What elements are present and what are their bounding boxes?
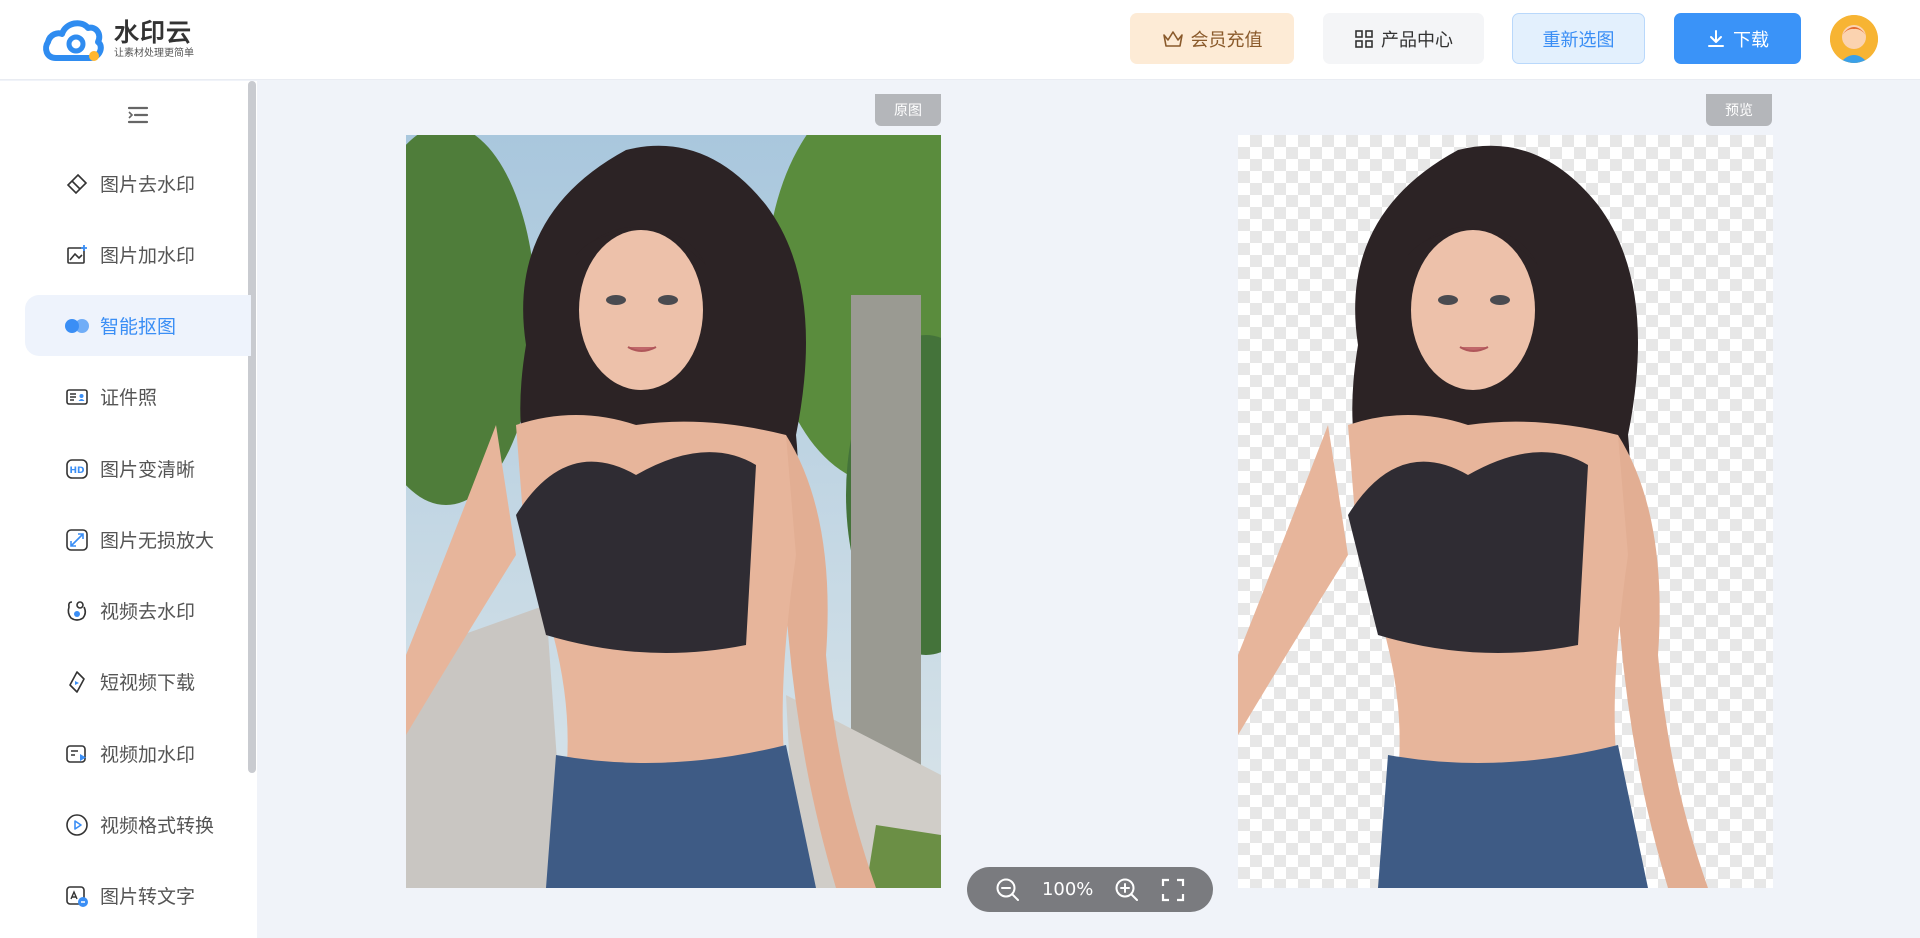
sidebar-item-label: 短视频下载 bbox=[100, 672, 196, 694]
enlarge-icon bbox=[64, 527, 90, 553]
grid-icon bbox=[1355, 29, 1373, 48]
reselect-image-button[interactable]: 重新选图 bbox=[1512, 13, 1645, 64]
sidebar-item-video-watermark-add[interactable]: 视频加水印 bbox=[25, 723, 251, 784]
product-center-label: 产品中心 bbox=[1381, 29, 1453, 51]
product-center-button[interactable]: 产品中心 bbox=[1323, 13, 1484, 64]
sidebar-item-label: 图片变清晰 bbox=[100, 459, 196, 481]
sidebar-item-image-watermark-remove[interactable]: 图片去水印 bbox=[25, 153, 251, 214]
eraser-icon bbox=[64, 171, 90, 197]
cutout-preview-image bbox=[1238, 135, 1773, 888]
video-eraser-icon bbox=[64, 598, 90, 624]
play-circle-icon bbox=[64, 812, 90, 838]
avatar-face-icon bbox=[1830, 15, 1878, 63]
original-photo bbox=[406, 135, 941, 888]
brand-logo[interactable]: 水印云 让素材处理更简单 bbox=[42, 14, 194, 64]
svg-text:HD: HD bbox=[69, 466, 84, 476]
reselect-image-label: 重新选图 bbox=[1542, 29, 1615, 51]
download-icon bbox=[1708, 29, 1724, 47]
sidebar-item-label: 证件照 bbox=[100, 387, 158, 409]
collapse-menu-icon[interactable] bbox=[126, 103, 150, 127]
brand-name: 水印云 bbox=[114, 17, 193, 47]
preview-image-tag: 预览 bbox=[1706, 94, 1772, 126]
sidebar-item-image-to-text[interactable]: 图片转文字 bbox=[25, 865, 251, 926]
cutout-photo bbox=[1238, 145, 1708, 888]
sidebar-item-label: 图片无损放大 bbox=[100, 530, 215, 552]
cutout-icon bbox=[64, 313, 90, 339]
hd-icon: HD bbox=[64, 456, 90, 482]
sidebar-item-video-watermark-remove[interactable]: 视频去水印 bbox=[25, 580, 251, 641]
fullscreen-icon[interactable] bbox=[1161, 878, 1185, 902]
crown-icon bbox=[1162, 30, 1183, 47]
vip-recharge-label: 会员充值 bbox=[1190, 29, 1263, 51]
sidebar-item-label: 智能抠图 bbox=[100, 316, 177, 338]
zoom-out-icon[interactable] bbox=[995, 877, 1021, 903]
sidebar-item-label: 图片去水印 bbox=[100, 174, 196, 196]
sidebar-item-id-photo[interactable]: 证件照 bbox=[25, 366, 251, 427]
sidebar-item-image-clarify[interactable]: HD 图片变清晰 bbox=[25, 438, 251, 499]
download-label: 下载 bbox=[1733, 29, 1769, 51]
original-image bbox=[406, 135, 941, 888]
sidebar-item-video-format-convert[interactable]: 视频格式转换 bbox=[25, 794, 251, 855]
cloud-logo-icon bbox=[43, 20, 104, 61]
zoom-level: 100% bbox=[1041, 879, 1094, 900]
zoom-in-icon[interactable] bbox=[1114, 877, 1140, 903]
zoom-toolbar: 100% bbox=[967, 867, 1213, 912]
sidebar-item-label: 视频格式转换 bbox=[100, 815, 215, 837]
sidebar-item-smart-cutout[interactable]: 智能抠图 bbox=[25, 295, 251, 356]
user-avatar[interactable] bbox=[1830, 15, 1878, 63]
sidebar-item-image-enlarge[interactable]: 图片无损放大 bbox=[25, 509, 251, 570]
vip-recharge-button[interactable]: 会员充值 bbox=[1130, 13, 1294, 64]
sidebar-item-label: 视频去水印 bbox=[100, 601, 196, 623]
id-card-icon bbox=[64, 384, 90, 410]
download-button[interactable]: 下载 bbox=[1674, 13, 1801, 64]
image-to-text-icon bbox=[64, 883, 90, 909]
original-image-tag: 原图 bbox=[875, 94, 941, 126]
top-header: 水印云 让素材处理更简单 会员充值 产品中心 重新选图 下载 bbox=[0, 0, 1920, 80]
sidebar-item-image-watermark-add[interactable]: 图片加水印 bbox=[25, 224, 251, 285]
image-add-icon bbox=[64, 242, 90, 268]
sidebar-item-label: 图片转文字 bbox=[100, 886, 196, 908]
short-video-download-icon bbox=[64, 669, 90, 695]
video-add-icon bbox=[64, 741, 90, 767]
sidebar-item-label: 图片加水印 bbox=[100, 245, 196, 267]
sidebar-item-label: 视频加水印 bbox=[100, 744, 196, 766]
sidebar-item-short-video-download[interactable]: 短视频下载 bbox=[25, 651, 251, 712]
brand-slogan: 让素材处理更简单 bbox=[114, 47, 194, 59]
